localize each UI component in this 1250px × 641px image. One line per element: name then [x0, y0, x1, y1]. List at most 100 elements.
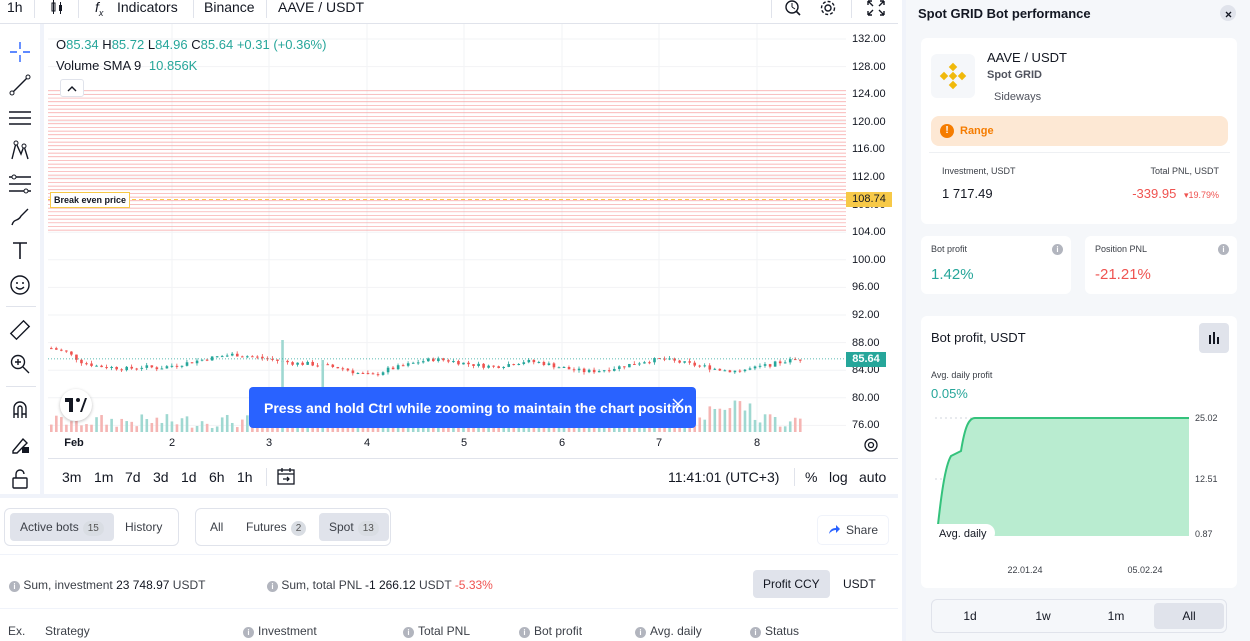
candle-type-icon[interactable] [50, 0, 64, 19]
usdt-toggle[interactable]: USDT [833, 570, 886, 598]
candle-body [678, 360, 681, 363]
bot-profit-card: Bot profit i 1.42% [921, 236, 1071, 294]
period-All[interactable]: All [1154, 603, 1224, 629]
candle-body [195, 360, 199, 364]
range-3d[interactable]: 3d [153, 469, 169, 485]
pattern-icon[interactable] [8, 139, 32, 163]
filter-spot[interactable]: Spot 13 [319, 513, 389, 541]
chart-type-button[interactable] [1199, 323, 1229, 353]
info-icon[interactable]: i [519, 627, 530, 638]
profit-ccy-toggle[interactable]: Profit CCY [753, 570, 830, 598]
price-axis[interactable]: 132.00 128.00 124.00 120.00 116.00 112.00 108.… [846, 24, 898, 432]
collapse-legend-button[interactable] [60, 79, 84, 97]
period-1d[interactable]: 1d [935, 603, 1005, 629]
column-header[interactable]: Strategy [45, 624, 90, 638]
range-1m[interactable]: 1m [94, 469, 113, 485]
candle-body [381, 372, 385, 375]
column-header[interactable]: Ex. [8, 624, 25, 638]
range-3m[interactable]: 3m [62, 469, 81, 485]
time-tick-label: 4 [363, 437, 371, 449]
info-icon[interactable]: i [9, 581, 20, 592]
column-header[interactable]: i Investment [243, 624, 317, 638]
indicators-icon[interactable]: fx [95, 0, 103, 21]
indicators-button[interactable]: Indicators [117, 0, 178, 15]
price-tick-label: 92.00 [852, 309, 880, 321]
column-header[interactable]: i Status [750, 624, 799, 638]
volume-bar [130, 421, 134, 432]
time-tick-label: 2 [168, 437, 176, 449]
column-header[interactable]: i Total PNL [403, 624, 470, 638]
interval-select[interactable]: 1h [7, 0, 23, 15]
tab-history[interactable]: History [115, 513, 172, 541]
column-header[interactable]: i Bot profit [519, 624, 582, 638]
candle-body [778, 361, 782, 364]
candle-body [336, 366, 340, 369]
lock-drawing-icon[interactable] [8, 432, 32, 456]
period-1w[interactable]: 1w [1008, 603, 1078, 629]
crosshair-icon[interactable] [8, 40, 32, 64]
date-range-icon[interactable] [277, 467, 295, 488]
filter-futures[interactable]: Futures 2 [236, 513, 316, 541]
time-axis[interactable]: Feb 2 3 4 5 6 7 8 [48, 432, 846, 458]
log-toggle[interactable]: log [829, 469, 848, 485]
percent-toggle[interactable]: % [805, 469, 817, 485]
info-icon[interactable]: i [1052, 244, 1063, 255]
info-icon[interactable]: i [635, 627, 646, 638]
trend-line-icon[interactable] [8, 73, 32, 97]
volume-bar [110, 418, 113, 432]
range-1d[interactable]: 1d [181, 469, 197, 485]
info-icon[interactable]: i [1218, 244, 1229, 255]
profit-area-chart[interactable]: 25.02 12.51 0.87 Avg. daily 22.01.24 05.02.24 [921, 406, 1237, 586]
auto-toggle[interactable]: auto [859, 469, 886, 485]
ruler-icon[interactable] [8, 318, 32, 342]
fullscreen-icon[interactable] [867, 0, 885, 19]
share-button[interactable]: Share [818, 516, 889, 544]
range-6h[interactable]: 6h [209, 469, 225, 485]
close-value: 85.64 [200, 37, 234, 52]
info-icon[interactable]: i [267, 581, 278, 592]
sum-investment-value: 23 748.97 [116, 578, 170, 592]
brush-icon[interactable] [8, 205, 32, 229]
chart-legend: O85.34 H85.72 L84.96 C85.64 +0.31 (+0.36… [56, 34, 326, 77]
clock-time[interactable]: 11:41:01 (UTC+3) [668, 469, 779, 485]
replay-icon[interactable] [784, 0, 802, 19]
volume-bar [738, 401, 742, 432]
panel-close-button[interactable] [1220, 5, 1236, 21]
candle-body [602, 370, 606, 372]
bot-profit-value: 1.42% [931, 266, 974, 283]
text-icon[interactable] [8, 238, 32, 262]
info-icon[interactable]: i [403, 627, 414, 638]
gear-icon[interactable] [819, 0, 837, 19]
volume-bar [60, 417, 63, 432]
price-chart[interactable] [48, 24, 846, 432]
column-header[interactable]: i Avg. daily [635, 624, 702, 638]
tab-active-bots[interactable]: Active bots 15 [10, 513, 114, 541]
price-tick-label: 76.00 [852, 419, 880, 432]
magnet-icon[interactable] [8, 398, 32, 422]
horizontal-lines-icon[interactable] [8, 106, 32, 130]
axis-settings-icon[interactable] [863, 437, 879, 458]
emoji-icon[interactable] [8, 273, 32, 297]
period-1m[interactable]: 1m [1081, 603, 1151, 629]
candle-body [768, 364, 772, 367]
volume-bar [125, 421, 128, 432]
candle-body [512, 364, 516, 366]
candle-body [326, 364, 330, 366]
toast-close-button[interactable] [672, 397, 684, 413]
fib-icon[interactable] [8, 172, 32, 196]
candle-body [125, 366, 128, 371]
lock-icon[interactable] [8, 467, 32, 491]
volume-bar [753, 419, 757, 432]
range-7d[interactable]: 7d [125, 469, 141, 485]
info-icon[interactable]: i [750, 627, 761, 638]
column-header-label: Total PNL [418, 624, 471, 638]
candle-body [90, 363, 93, 366]
position-pnl-label: Position PNL [1095, 244, 1148, 254]
range-1h[interactable]: 1h [237, 469, 253, 485]
volume-bar [723, 409, 727, 432]
zoom-in-icon[interactable] [8, 352, 32, 376]
toast-message: Press and hold Ctrl while zooming to mai… [264, 400, 693, 416]
filter-all[interactable]: All [200, 513, 233, 541]
candle-body [688, 361, 691, 363]
info-icon[interactable]: i [243, 627, 254, 638]
